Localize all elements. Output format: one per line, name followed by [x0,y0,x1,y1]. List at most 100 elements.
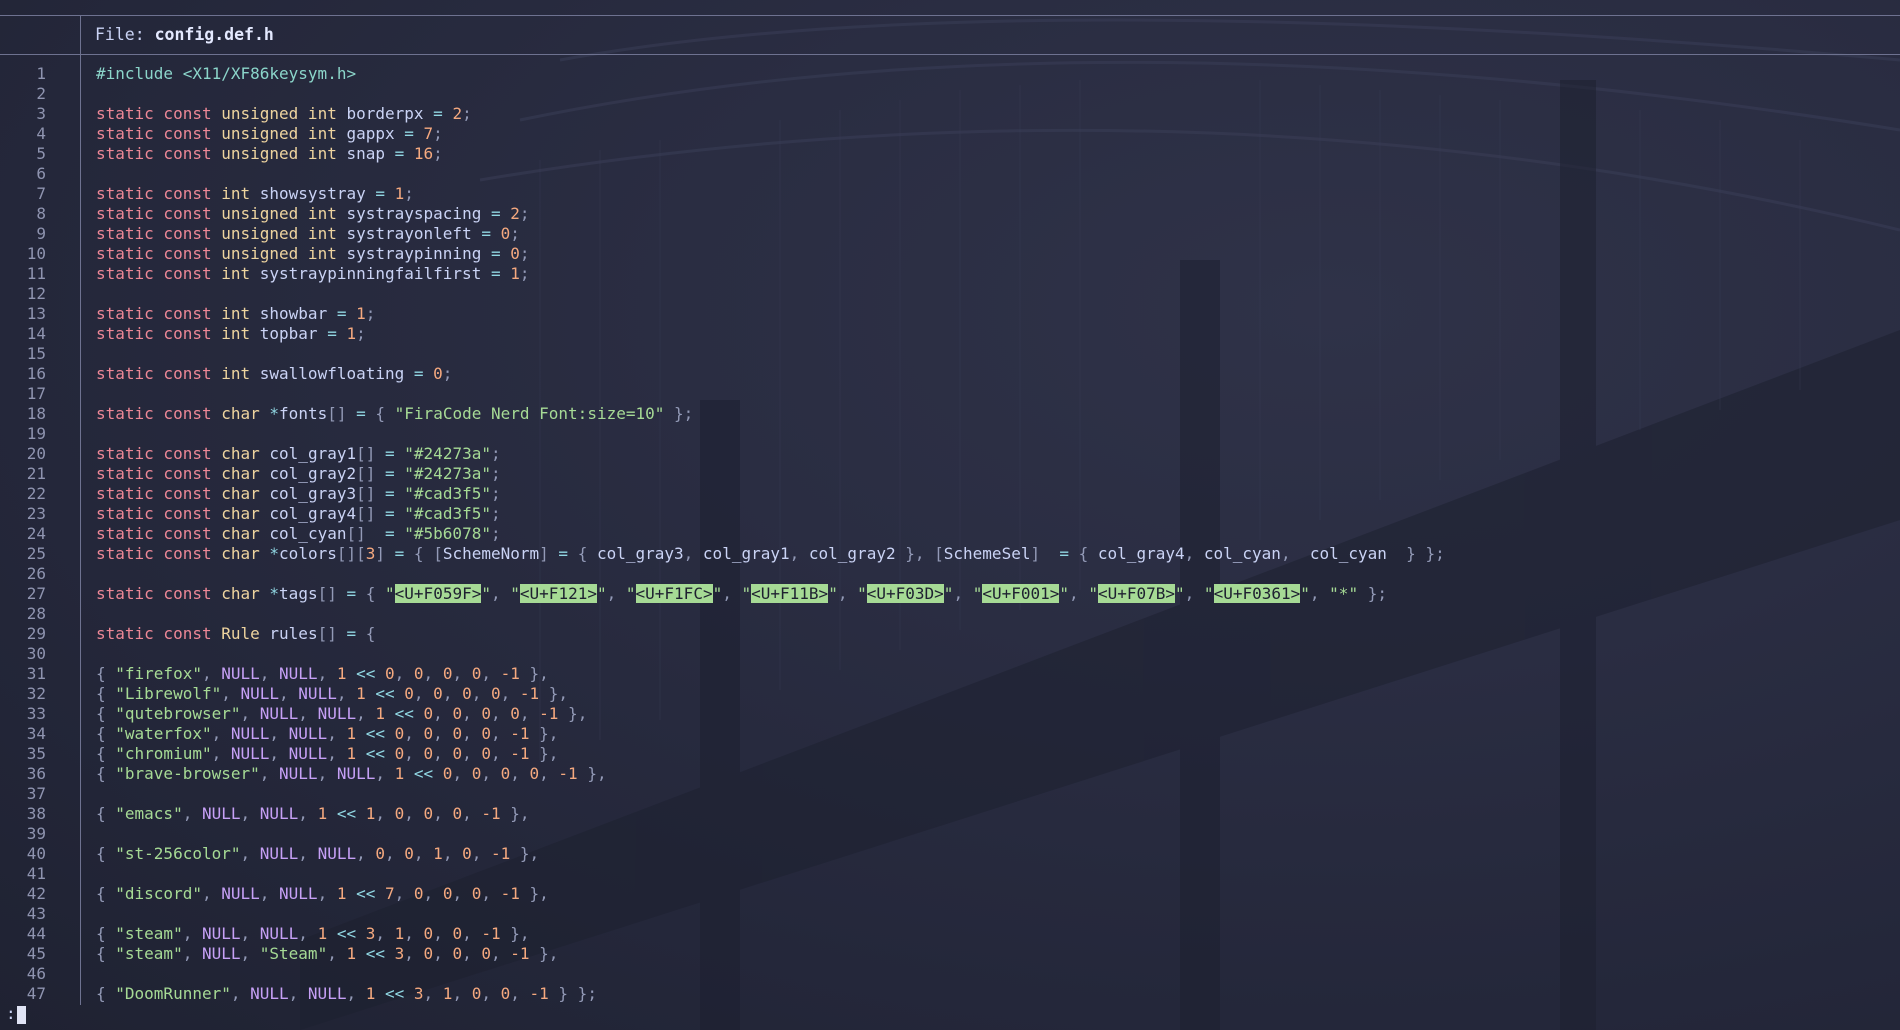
line-text: static const char col_gray1[] = "#24273a… [96,444,501,464]
code-token: { [375,404,395,423]
code-token: col_gray3 [269,484,357,503]
code-token: , [433,704,453,723]
code-token: " [972,584,983,603]
code-token: , [413,844,434,863]
pager-window: File: config.def.h 1 #include <X11/XF86ke… [0,0,1900,1030]
code-token: , [491,584,511,603]
code-token: unsigned int [221,124,347,143]
code-token: [] [356,484,386,503]
code-line: 21 static const char col_gray2[] = "#2427… [0,464,1900,484]
line-number: 6 [36,164,46,183]
code-token: " [1175,584,1185,603]
code-token: ; [519,264,530,283]
code-token: = [385,504,405,523]
code-token: 0 [500,224,511,243]
code-token: "#24273a" [404,444,491,463]
code-token: , [1309,584,1330,603]
code-token: -1 [490,844,511,863]
code-token: , [452,884,472,903]
code-line: 20 static const char col_gray1[] = "#2427… [0,444,1900,464]
line-text: static const char *fonts[] = { "FiraCode… [96,404,693,424]
file-header-bar: File: config.def.h [0,15,1900,55]
code-token: 0 [413,884,424,903]
code-token: 0 [481,944,491,963]
code-token: 1 [442,984,453,1003]
code-line: 43 [0,904,1900,924]
line-text: { "st-256color", NULL, NULL, 0, 0, 1, 0,… [96,844,539,864]
code-token: }, [529,744,559,763]
code-token: rules [269,624,318,643]
code-token: { [96,884,116,903]
command-line[interactable]: : [6,1004,26,1024]
line-number: 41 [26,864,46,883]
line-text: { "brave-browser", NULL, NULL, 1 << 0, 0… [96,764,607,784]
code-line: 37 [0,784,1900,804]
code-token: , [211,724,231,743]
line-number: 36 [26,764,46,783]
code-token: { [96,844,116,863]
code-token: ; [433,144,443,163]
code-token: , [298,844,318,863]
code-token: , [1069,584,1089,603]
code-token: << [365,724,395,743]
line-text: { "Librewolf", NULL, NULL, 1 << 0, 0, 0,… [96,684,568,704]
line-number: 12 [26,284,46,303]
code-token: { [96,984,116,1003]
line-number: 5 [36,144,46,163]
code-line: 10 static const unsigned int systraypinni… [0,244,1900,264]
code-token: tags [279,584,318,603]
code-token: 0 [510,244,520,263]
code-token: , [953,584,973,603]
code-token: static const [96,324,222,343]
code-token: static const [96,304,222,323]
code-line: 42 { "discord", NULL, NULL, 1 << 7, 0, 0,… [0,884,1900,904]
code-token: { [ [413,544,443,563]
code-token: , [327,744,347,763]
code-token: = [404,124,424,143]
code-token: 1 [336,664,357,683]
code-token: "emacs" [115,804,183,823]
code-token: , [837,584,858,603]
code-token: static const [96,584,222,603]
code-line: 23 static const char col_gray4[] = "#cad3… [0,504,1900,524]
code-line: 19 [0,424,1900,444]
code-token: " [1059,584,1070,603]
line-number: 42 [26,884,46,903]
code-token: , [606,584,626,603]
code-token: static const [96,444,222,463]
code-token: , [394,664,414,683]
line-number: 43 [26,904,46,923]
code-token: { [96,684,116,703]
code-token: col_gray3 [596,544,684,563]
code-token: } }; [548,984,597,1003]
code-token: ; [442,364,453,383]
code-token: , [491,944,511,963]
line-number: 11 [26,264,46,283]
code-token: = [490,244,511,263]
code-token: col_cyan [1203,544,1281,563]
code-token: , [452,984,472,1003]
code-token: char [221,444,270,463]
code-token: << [356,884,385,903]
code-line: 1 #include <X11/XF86keysym.h> [0,64,1900,84]
line-number: 16 [26,364,46,383]
code-token: 0 [423,724,434,743]
code-token: { [577,544,597,563]
code-token: , [481,764,501,783]
code-token: , [375,804,395,823]
code-line: 44 { "steam", NULL, NULL, 1 << 3, 1, 0, 0… [0,924,1900,944]
code-token: 3 [413,984,424,1003]
code-token: }, [577,764,607,783]
code-token: 0 [413,664,424,683]
code-token: << [365,944,395,963]
code-token: , [240,704,260,723]
header-gutter-divider [80,16,81,54]
line-number: 28 [26,604,46,623]
code-token: = [327,324,347,343]
code-line: 32 { "Librewolf", NULL, NULL, 1 << 0, 0, … [0,684,1900,704]
code-token: " [1300,584,1310,603]
line-number: 15 [26,344,46,363]
code-token: , [404,744,424,763]
code-view[interactable]: 1 #include <X11/XF86keysym.h> 2 3 static con… [0,64,1900,1004]
missing-glyph-placeholder: <U+F11B> [751,584,829,603]
